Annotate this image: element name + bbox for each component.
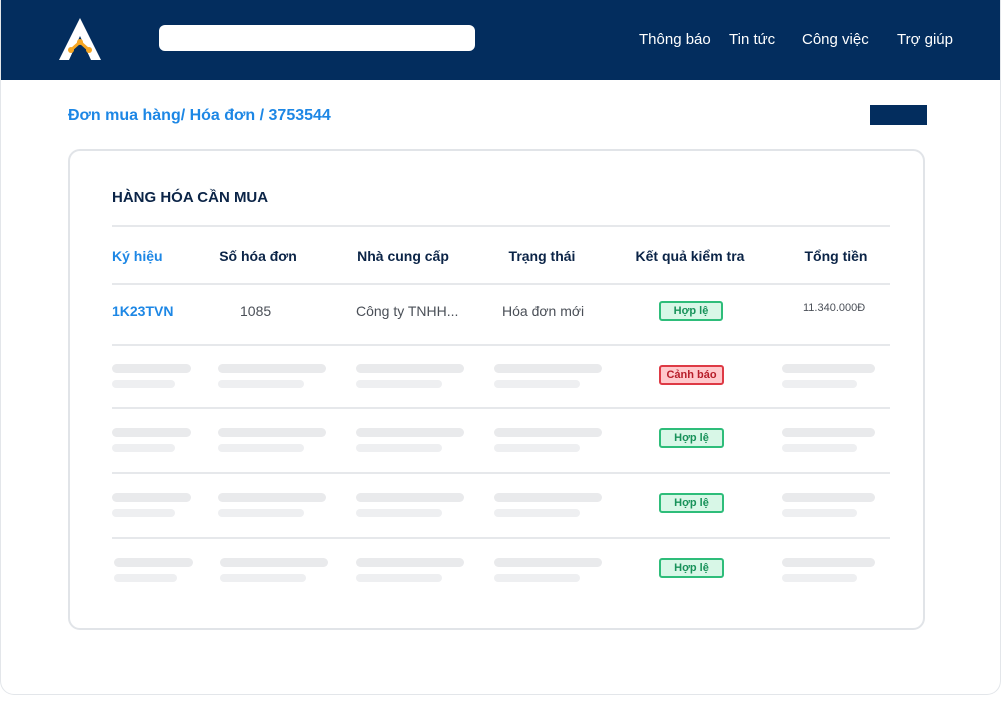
status-badge-valid[interactable]: Hợp lệ <box>659 428 724 448</box>
placeholder-bar <box>782 364 875 373</box>
placeholder-bar <box>494 444 580 452</box>
row-divider <box>112 537 890 539</box>
column-header-invoice-number[interactable]: Số hóa đơn <box>219 248 297 264</box>
status-badge-valid[interactable]: Hợp lệ <box>659 558 724 578</box>
placeholder-bar <box>782 428 875 437</box>
status-badge-valid[interactable]: Hợp lệ <box>659 301 723 321</box>
placeholder-bar <box>356 493 464 502</box>
placeholder-bar <box>494 558 602 567</box>
logo-a-icon[interactable] <box>57 16 103 62</box>
search-input[interactable] <box>159 25 475 51</box>
placeholder-bar <box>356 364 464 373</box>
placeholder-bar <box>114 574 177 582</box>
breadcrumb[interactable]: Đơn mua hàng/ Hóa đơn / 3753544 <box>68 107 331 125</box>
nav-tasks[interactable]: Công việc <box>802 31 869 48</box>
cell-status: Hóa đơn mới <box>502 303 585 319</box>
placeholder-bar <box>782 509 857 517</box>
placeholder-bar <box>782 558 875 567</box>
placeholder-bar <box>218 493 326 502</box>
placeholder-bar <box>494 380 580 388</box>
placeholder-bar <box>494 493 602 502</box>
column-header-supplier[interactable]: Nhà cung cấp <box>357 248 449 264</box>
nav-news[interactable]: Tin tức <box>729 31 775 48</box>
row-divider <box>112 283 890 285</box>
cell-invoice-number: 1085 <box>240 303 272 319</box>
placeholder-bar <box>112 380 175 388</box>
column-header-check-result[interactable]: Kết quả kiểm tra <box>636 248 745 264</box>
column-header-symbol[interactable]: Ký hiệu <box>112 248 163 264</box>
cell-total: 11.340.000Đ <box>803 302 866 314</box>
row-divider <box>112 472 890 474</box>
placeholder-bar <box>782 493 875 502</box>
placeholder-bar <box>218 444 304 452</box>
goods-card: HÀNG HÓA CẦN MUA Ký hiệu Số hóa đơn Nhà … <box>68 149 925 630</box>
top-navigation-bar: Thông báo Tin tức Công việc Trợ giúp <box>1 0 1000 80</box>
placeholder-bar <box>782 380 857 388</box>
placeholder-bar <box>112 444 175 452</box>
placeholder-bar <box>218 364 326 373</box>
placeholder-bar <box>356 558 464 567</box>
placeholder-bar <box>220 574 306 582</box>
placeholder-bar <box>112 364 191 373</box>
row-divider <box>112 407 890 409</box>
nav-notifications[interactable]: Thông báo <box>639 31 711 48</box>
placeholder-bar <box>356 444 442 452</box>
placeholder-bar <box>356 428 464 437</box>
placeholder-bar <box>112 509 175 517</box>
placeholder-bar <box>494 574 580 582</box>
cell-symbol[interactable]: 1K23TVN <box>112 303 173 319</box>
placeholder-bar <box>218 380 304 388</box>
status-badge-valid[interactable]: Hợp lệ <box>659 493 724 513</box>
placeholder-bar <box>114 558 193 567</box>
column-header-total[interactable]: Tổng tiền <box>805 248 868 264</box>
placeholder-bar <box>220 558 328 567</box>
placeholder-bar <box>218 428 326 437</box>
placeholder-bar <box>356 509 442 517</box>
placeholder-bar <box>494 364 602 373</box>
placeholder-bar <box>356 380 442 388</box>
placeholder-bar <box>112 428 191 437</box>
placeholder-bar <box>494 428 602 437</box>
card-title: HÀNG HÓA CẦN MUA <box>112 189 269 206</box>
placeholder-bar <box>218 509 304 517</box>
status-badge-warning[interactable]: Cảnh báo <box>659 365 724 385</box>
placeholder-bar <box>494 509 580 517</box>
column-header-status[interactable]: Trạng thái <box>509 248 576 264</box>
placeholder-bar <box>112 493 191 502</box>
placeholder-bar <box>782 444 857 452</box>
placeholder-bar <box>356 574 442 582</box>
placeholder-bar <box>782 574 857 582</box>
cell-supplier: Công ty TNHH... <box>356 303 459 319</box>
row-divider <box>112 344 890 346</box>
header-divider <box>112 225 890 227</box>
nav-help[interactable]: Trợ giúp <box>897 31 953 48</box>
app-window: Thông báo Tin tức Công việc Trợ giúp Đơn… <box>0 0 1001 695</box>
action-button[interactable] <box>870 105 927 125</box>
